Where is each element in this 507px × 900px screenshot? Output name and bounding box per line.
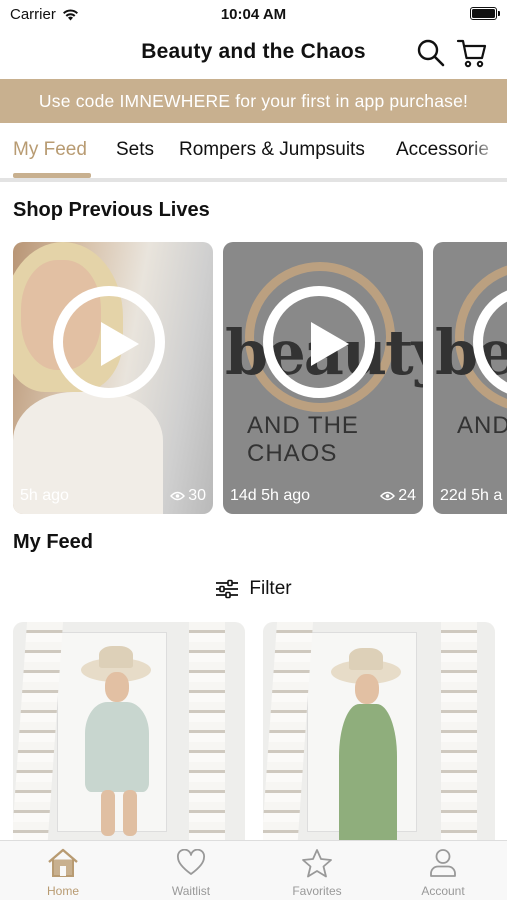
promo-text: Use code IMNEWHERE for your first in app… [38, 90, 469, 111]
brand-logo-subtitle: AND THE CHAOS [247, 412, 359, 467]
cart-icon [456, 39, 487, 68]
feed-item[interactable] [263, 622, 495, 852]
category-tabs: My Feed Sets Rompers & Jumpsuits Accesso… [0, 123, 507, 179]
status-bar: Carrier 10:04 AM [0, 0, 507, 30]
tabbar-account[interactable]: Account [398, 847, 488, 898]
feed-section-title: My Feed [13, 531, 94, 553]
live-video-card[interactable]: beauty AND THE CHAOS 14d 5h ago 24 [223, 242, 423, 514]
tabbar-account-label: Account [421, 884, 465, 898]
status-time: 10:04 AM [220, 6, 287, 23]
search-button[interactable] [416, 38, 446, 68]
video-time-ago: 22d 5h a [440, 487, 503, 504]
lives-carousel[interactable]: 5h ago 30 beauty AND THE CHAOS 14d 5h ag… [13, 242, 507, 514]
feed-item-image [339, 704, 397, 852]
tabs-divider [0, 178, 507, 182]
cart-button[interactable] [456, 38, 487, 68]
tabbar-favorites[interactable]: Favorites [272, 847, 362, 898]
eye-icon [170, 491, 186, 501]
video-views: 24 [380, 487, 416, 505]
tabbar-home[interactable]: Home [18, 847, 108, 898]
brand-logo-subtitle: AND T [457, 412, 507, 439]
play-button[interactable] [263, 286, 375, 398]
play-button[interactable] [53, 286, 165, 398]
video-time-ago: 14d 5h ago [230, 487, 311, 504]
eye-icon [380, 491, 396, 501]
live-video-card[interactable]: be AND T 22d 5h a [433, 242, 507, 514]
promo-banner[interactable]: Use code IMNEWHERE for your first in app… [0, 79, 507, 123]
bottom-tab-bar: Home Waitlist Favorites Account [0, 840, 507, 900]
filter-label: Filter [249, 578, 292, 599]
filter-button[interactable]: Filter [0, 574, 507, 604]
tabbar-favorites-label: Favorites [292, 884, 342, 898]
app-header: Beauty and the Chaos [0, 30, 507, 78]
person-icon [430, 849, 456, 877]
live-video-card[interactable]: 5h ago 30 [13, 242, 213, 514]
tabbar-waitlist[interactable]: Waitlist [146, 847, 236, 898]
home-icon [48, 848, 78, 877]
feed-item[interactable] [13, 622, 245, 852]
video-views: 30 [170, 487, 206, 505]
battery-icon [470, 7, 500, 20]
tabs-fade [467, 123, 507, 179]
search-icon [417, 39, 445, 67]
lives-section-title: Shop Previous Lives [13, 199, 210, 221]
video-time-ago: 5h ago [20, 487, 69, 504]
tab-my-feed[interactable]: My Feed [13, 139, 87, 161]
tab-sets[interactable]: Sets [116, 139, 154, 161]
tabbar-waitlist-label: Waitlist [171, 884, 211, 898]
tab-rompers-jumpsuits[interactable]: Rompers & Jumpsuits [179, 139, 365, 161]
feed-item-image [85, 702, 149, 792]
filter-icon [216, 579, 239, 599]
star-icon [302, 849, 332, 878]
heart-icon [177, 849, 205, 875]
tabbar-home-label: Home [46, 884, 79, 898]
